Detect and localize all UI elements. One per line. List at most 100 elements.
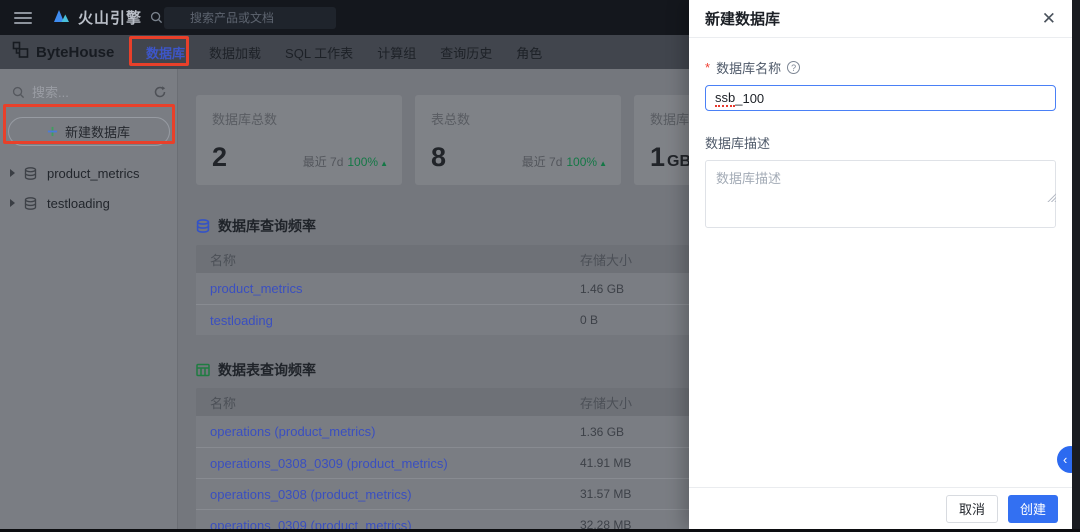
- tab-sql-worksheet[interactable]: SQL 工作表: [285, 43, 353, 62]
- stat-cards: 数据库总数 2 最近 7d100%▲ 表总数 8 最近 7d100%▲ 数据库大…: [196, 95, 689, 185]
- tree-item-label: testloading: [47, 195, 110, 211]
- database-link[interactable]: testloading: [196, 313, 580, 328]
- new-database-button[interactable]: 新建数据库: [7, 117, 170, 146]
- tree-item-testloading[interactable]: testloading: [0, 188, 177, 218]
- table-link[interactable]: operations_0308 (product_metrics): [196, 487, 580, 502]
- database-sidebar: 新建数据库 product_metrics testloading: [0, 69, 178, 529]
- table-row: operations_0308_0309 (product_metrics) 4…: [196, 447, 689, 478]
- database-description-label: 数据库描述: [705, 136, 771, 151]
- sidebar-search: [0, 75, 177, 109]
- stat-trend: 最近 7d 100% ▲: [302, 155, 388, 169]
- table-link[interactable]: operations_0309 (product_metrics): [196, 518, 580, 530]
- cancel-button[interactable]: 取消: [945, 494, 998, 523]
- column-name: 名称: [210, 395, 237, 411]
- database-name-input[interactable]: ssb _100: [705, 85, 1056, 111]
- close-icon[interactable]: ✕: [1042, 10, 1056, 27]
- volcengine-logo-icon: [50, 8, 72, 28]
- trend-up-icon: ▲: [380, 159, 388, 168]
- stat-title: 表总数: [431, 112, 471, 127]
- table-row: testloading 0 B: [196, 304, 689, 335]
- table-link[interactable]: operations (product_metrics): [196, 424, 580, 439]
- help-question-icon[interactable]: ?: [787, 61, 801, 74]
- stat-card-database-count: 数据库总数 2 最近 7d 100% ▲: [196, 95, 402, 185]
- search-icon: [150, 11, 163, 23]
- main-tabs: 数据库 数据加载 SQL 工作表 计算组 查询历史 角色: [146, 43, 542, 62]
- size-value: 1.36 GB: [580, 424, 625, 439]
- stat-title: 数据库总数: [212, 112, 278, 127]
- sidebar-search-input[interactable]: [32, 84, 153, 100]
- section-title: 数据库查询频率: [218, 218, 316, 234]
- tab-data-loading[interactable]: 数据加载: [209, 43, 261, 62]
- tab-query-history[interactable]: 查询历史: [440, 43, 492, 62]
- tab-database[interactable]: 数据库: [146, 43, 185, 62]
- tree-item-product-metrics[interactable]: product_metrics: [0, 158, 177, 188]
- database-name-value-misspelled: ssb: [715, 89, 736, 107]
- section-title: 数据表查询频率: [218, 362, 316, 378]
- tab-compute-group[interactable]: 计算组: [377, 43, 416, 62]
- stat-value: 2: [212, 142, 228, 172]
- tab-roles[interactable]: 角色: [516, 43, 542, 62]
- drawer-footer: 取消 创建: [689, 487, 1072, 529]
- volcengine-brand-text: 火山引擎: [78, 10, 143, 27]
- volcengine-brand[interactable]: 火山引擎: [50, 7, 142, 28]
- product-search: [142, 6, 337, 29]
- table-header: 名称 存储大小: [196, 388, 689, 416]
- search-icon: [12, 86, 25, 98]
- table-row: operations (product_metrics) 1.36 GB: [196, 416, 689, 447]
- database-icon: [24, 196, 37, 210]
- table-row: operations_0309 (product_metrics) 32.28 …: [196, 509, 689, 529]
- bytehouse-brand[interactable]: ByteHouse: [12, 41, 132, 63]
- database-icon: [196, 219, 210, 233]
- hamburger-menu-icon[interactable]: [14, 11, 32, 24]
- table-row: operations_0308 (product_metrics) 31.57 …: [196, 478, 689, 509]
- chevron-left-icon: ‹: [1063, 452, 1068, 467]
- required-asterisk: *: [705, 60, 711, 75]
- database-icon: [24, 166, 37, 180]
- database-query-frequency-header: 数据库查询频率: [196, 216, 316, 236]
- column-size: 存储大小: [580, 252, 633, 268]
- bytehouse-logo-icon: [12, 41, 29, 63]
- database-name-value-rest: _100: [735, 90, 765, 106]
- caret-right-icon[interactable]: [10, 199, 15, 207]
- stat-value: 8: [431, 142, 447, 172]
- tree-item-label: product_metrics: [47, 165, 140, 181]
- stat-trend: 最近 7d 100% ▲: [521, 155, 607, 169]
- new-database-button-label: 新建数据库: [64, 125, 130, 140]
- bytehouse-brand-text: ByteHouse: [36, 43, 115, 61]
- database-description-textarea[interactable]: [705, 160, 1056, 228]
- table-row: product_metrics 1.46 GB: [196, 273, 689, 304]
- size-value: 0 B: [580, 313, 599, 327]
- stat-card-table-count: 表总数 8 最近 7d 100% ▲: [415, 95, 621, 185]
- database-link[interactable]: product_metrics: [196, 281, 580, 296]
- table-query-frequency-table: 名称 存储大小 operations (product_metrics) 1.3…: [196, 388, 689, 529]
- drawer-body: * 数据库名称 ? ssb _100 数据库描述: [689, 38, 1072, 228]
- drawer-header: 新建数据库 ✕: [689, 0, 1072, 38]
- stat-card-database-size: 数据库大 1GB: [634, 95, 689, 185]
- plus-icon: [47, 126, 58, 137]
- product-search-input[interactable]: [164, 6, 337, 29]
- window-edge-right: [1072, 0, 1080, 532]
- stat-unit: GB: [667, 153, 689, 170]
- table-grid-icon: [196, 363, 210, 377]
- size-value: 1.46 GB: [580, 281, 625, 296]
- table-query-frequency-header: 数据表查询频率: [196, 360, 316, 380]
- stat-value: 1: [650, 142, 666, 172]
- database-query-frequency-table: 名称 存储大小 product_metrics 1.46 GB testload…: [196, 245, 689, 335]
- database-tree: product_metrics testloading: [0, 158, 177, 218]
- table-link[interactable]: operations_0308_0309 (product_metrics): [196, 456, 580, 471]
- size-value: 32.28 MB: [580, 518, 632, 529]
- size-value: 31.57 MB: [580, 487, 632, 501]
- database-name-label: * 数据库名称 ?: [705, 58, 1056, 77]
- column-size: 存储大小: [580, 395, 633, 411]
- column-name: 名称: [210, 252, 237, 268]
- drawer-title: 新建数据库: [705, 11, 781, 28]
- refresh-icon[interactable]: [153, 85, 167, 99]
- caret-right-icon[interactable]: [10, 169, 15, 177]
- table-header: 名称 存储大小: [196, 245, 689, 273]
- dashboard-main: 数据库总数 2 最近 7d100%▲ 表总数 8 最近 7d100%▲ 数据库大…: [178, 69, 689, 529]
- create-database-drawer: 新建数据库 ✕ * 数据库名称 ? ssb_100 数据库描述 取消 创建: [689, 0, 1072, 529]
- create-button[interactable]: 创建: [1007, 494, 1058, 523]
- size-value: 41.91 MB: [580, 456, 632, 470]
- trend-up-icon: ▲: [599, 159, 607, 168]
- stat-title: 数据库大: [650, 112, 689, 127]
